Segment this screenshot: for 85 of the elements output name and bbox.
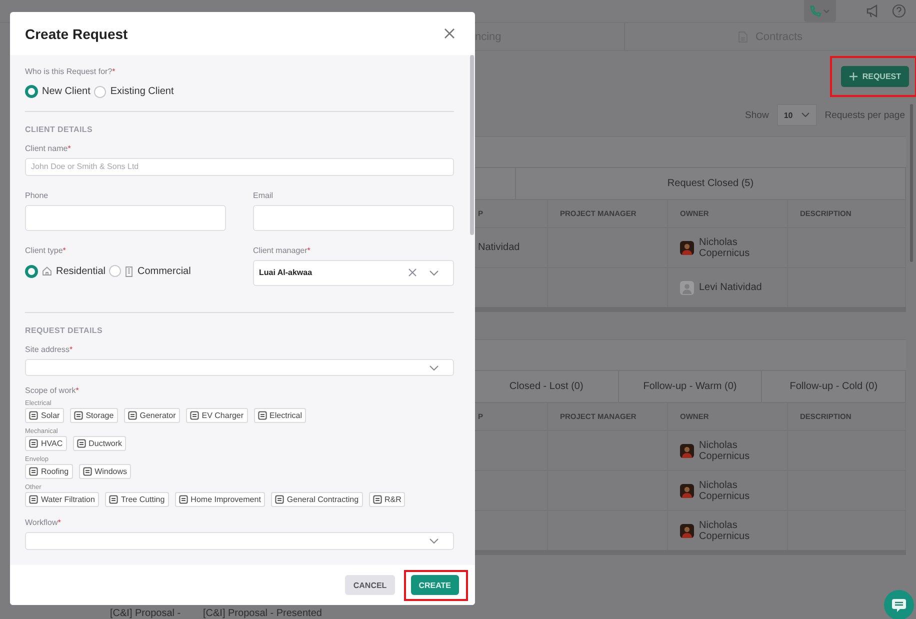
scope-chip[interactable]: Solar bbox=[25, 408, 64, 424]
close-button[interactable] bbox=[444, 28, 455, 39]
help-icon[interactable] bbox=[892, 4, 906, 18]
radio-option[interactable]: Existing Client bbox=[94, 85, 174, 98]
table-cell: Natividad bbox=[478, 242, 520, 253]
owner-name: Nicholas Copernicus bbox=[699, 440, 751, 462]
field-label: Client type* bbox=[25, 246, 67, 255]
scope-chip[interactable]: General Contracting bbox=[270, 492, 363, 508]
radio-option[interactable]: Commercial bbox=[109, 264, 191, 278]
section-heading: CLIENT DETAILS bbox=[25, 125, 94, 134]
megaphone-icon[interactable] bbox=[866, 4, 880, 18]
field-label: Workflow* bbox=[25, 518, 62, 528]
table-cell-text: [C&I] Proposal - bbox=[110, 608, 182, 619]
close-icon bbox=[444, 28, 455, 39]
scope-chip[interactable]: HVAC bbox=[25, 436, 67, 452]
new-request-button[interactable]: REQUEST bbox=[841, 66, 909, 87]
table-cell: [C&I] Proposal - Presented bbox=[203, 608, 322, 619]
scope-chip[interactable]: Generator bbox=[124, 408, 180, 424]
plus-icon bbox=[849, 72, 858, 81]
cancel-button[interactable]: CANCEL bbox=[345, 575, 395, 596]
page-size-select[interactable]: 10 bbox=[776, 104, 817, 126]
phone-menu-button[interactable] bbox=[804, 0, 836, 22]
building-icon bbox=[125, 266, 134, 277]
scope-chip[interactable]: Electrical bbox=[254, 408, 306, 424]
field-label: Site address* bbox=[25, 344, 74, 354]
avatar-icon bbox=[680, 280, 694, 294]
section-heading: REQUEST DETAILS bbox=[25, 326, 104, 335]
scope-chip[interactable]: Tree Cutting bbox=[104, 492, 169, 508]
tile-icon bbox=[82, 467, 92, 476]
avatar-icon bbox=[680, 524, 694, 538]
chevron-down-icon bbox=[800, 112, 810, 118]
dialog-title: Create Request bbox=[25, 26, 128, 42]
chevron-down-icon bbox=[429, 538, 439, 544]
client-manager-select[interactable]: Luai Al-akwaa bbox=[253, 260, 454, 286]
email-field[interactable] bbox=[253, 204, 454, 231]
phone-field[interactable] bbox=[25, 204, 226, 231]
field-label: Client manager* bbox=[253, 246, 312, 255]
avatar-icon bbox=[680, 240, 694, 254]
tile-icon bbox=[29, 439, 38, 448]
tile-icon bbox=[108, 495, 118, 504]
tile-icon bbox=[128, 411, 137, 420]
chat-button[interactable] bbox=[884, 590, 914, 619]
avatar-icon bbox=[680, 484, 694, 498]
tile-icon bbox=[29, 411, 38, 420]
radio-option[interactable]: New Client bbox=[25, 85, 90, 98]
field-label: Client name* bbox=[25, 144, 72, 153]
tile-icon bbox=[29, 495, 38, 504]
scope-chip[interactable]: Ductwork bbox=[72, 436, 126, 452]
phone-icon bbox=[809, 5, 831, 17]
site-address-select[interactable] bbox=[25, 358, 454, 376]
scope-chip[interactable]: Storage bbox=[70, 408, 118, 424]
radio-option[interactable]: Residential bbox=[25, 264, 106, 278]
tile-icon bbox=[274, 495, 284, 504]
field-label: Phone bbox=[25, 190, 50, 200]
workflow-select[interactable] bbox=[25, 532, 454, 550]
tile-icon bbox=[372, 495, 382, 504]
chat-icon bbox=[891, 597, 907, 613]
stage-tab[interactable]: Follow-up - Cold (0) bbox=[762, 371, 906, 402]
field-label: Scope of work* bbox=[25, 386, 80, 396]
scope-chip[interactable]: Home Improvement bbox=[174, 492, 265, 508]
per-page-label: Requests per page bbox=[824, 110, 905, 120]
field-label: Email bbox=[253, 190, 274, 200]
stage-tab[interactable]: Follow-up - Warm (0) bbox=[618, 371, 762, 402]
field-label: Who is this Request for?* bbox=[25, 67, 116, 76]
scope-chip[interactable]: Windows bbox=[78, 464, 132, 480]
tile-icon bbox=[74, 411, 83, 420]
tile-icon bbox=[258, 411, 267, 420]
owner-name: Nicholas Copernicus bbox=[699, 236, 751, 258]
scope-chip[interactable]: Water Filtration bbox=[25, 492, 99, 508]
show-label: Show bbox=[745, 110, 769, 120]
owner-name: Levi Natividad bbox=[699, 282, 762, 293]
tile-icon bbox=[76, 439, 86, 448]
chevron-down-icon bbox=[429, 270, 439, 276]
clear-icon[interactable] bbox=[408, 268, 417, 278]
owner-name: Nicholas Copernicus bbox=[699, 480, 751, 502]
house-icon bbox=[42, 266, 52, 276]
tile-icon bbox=[190, 411, 199, 420]
scope-chip[interactable]: EV Charger bbox=[186, 408, 248, 424]
chevron-down-icon bbox=[429, 364, 439, 370]
tile-icon bbox=[29, 467, 38, 476]
tile-icon bbox=[178, 495, 188, 504]
owner-name: Nicholas Copernicus bbox=[699, 520, 751, 542]
scope-chip[interactable]: Roofing bbox=[25, 464, 73, 480]
avatar-icon bbox=[680, 444, 694, 458]
scope-chip[interactable]: R&R bbox=[368, 492, 406, 508]
